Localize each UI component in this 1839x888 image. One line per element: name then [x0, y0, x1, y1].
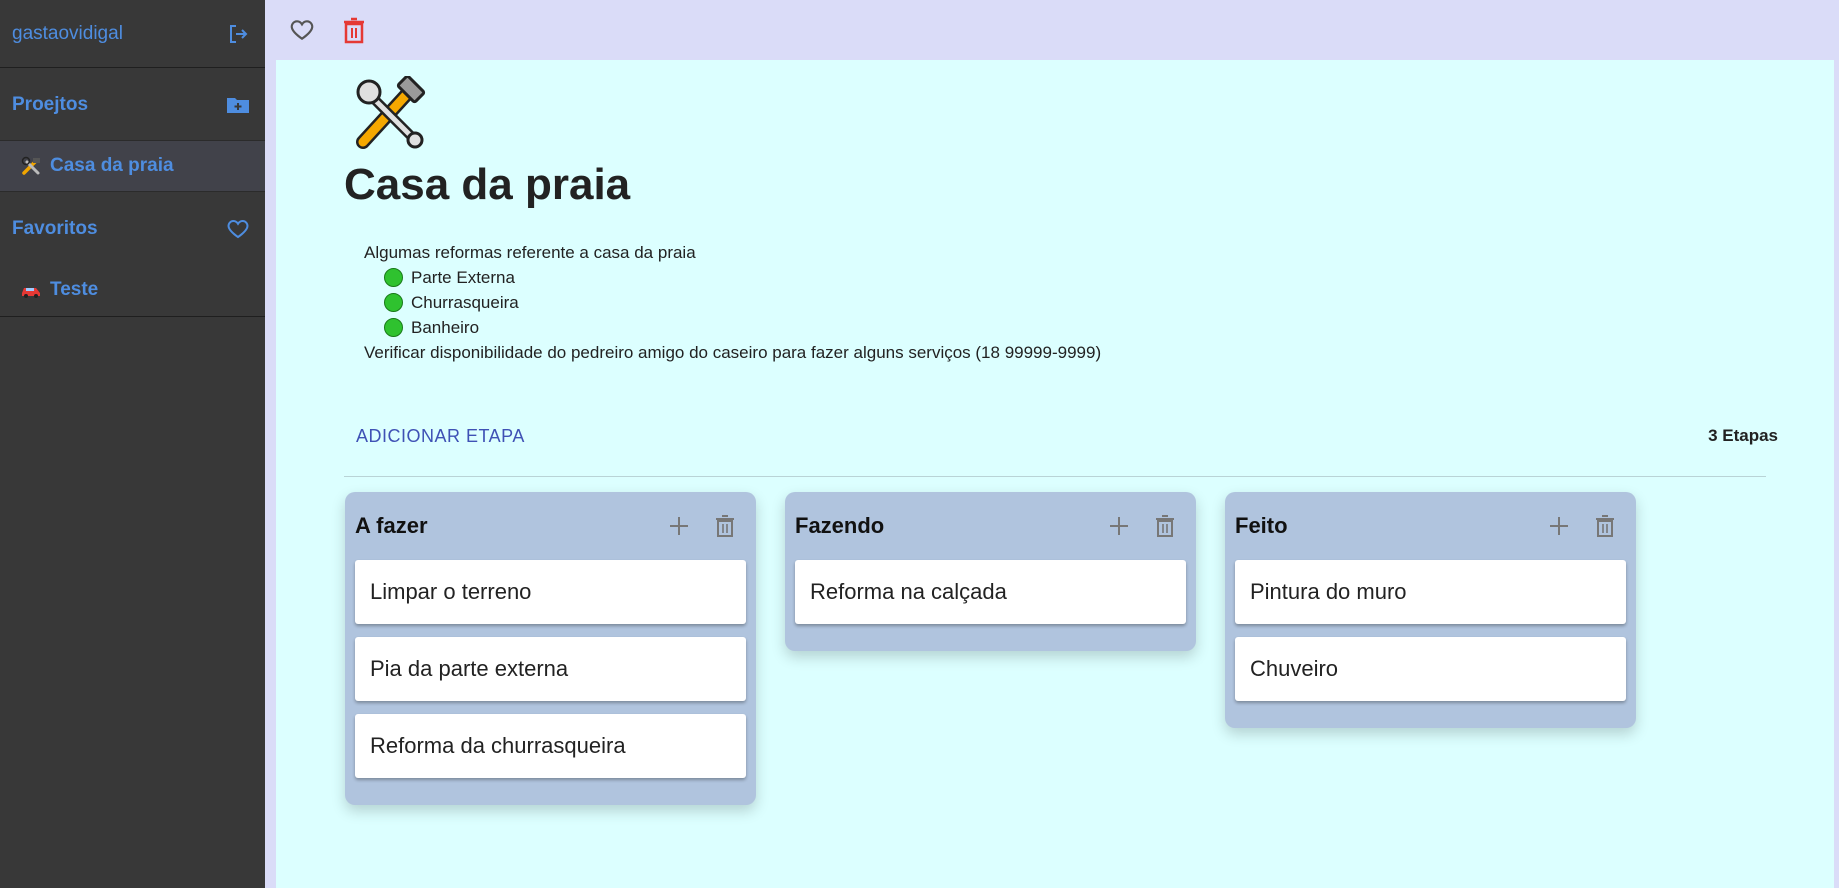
list-item: Parte Externa — [384, 265, 1101, 290]
description-note: Verificar disponibilidade do pedreiro am… — [364, 343, 1102, 362]
sidebar-item-label: Teste — [50, 279, 99, 300]
stage-count: 3 Etapas — [1708, 426, 1778, 445]
top-toolbar — [265, 0, 1839, 60]
list-item-text: Banheiro — [411, 318, 480, 337]
green-circle-icon — [384, 268, 403, 287]
project-description[interactable]: Algumas reformas referente a casa da pra… — [364, 240, 1101, 365]
add-stage-button[interactable]: ADICIONAR ETAPA — [356, 426, 525, 447]
description-list: Parte Externa Churrasqueira Banheiro — [364, 265, 1101, 340]
add-card-icon[interactable] — [1546, 513, 1572, 539]
sidebar: gastaovidigal Proejtos Casa da praia Fav… — [0, 0, 265, 888]
list-item: Banheiro — [384, 315, 1101, 340]
trash-icon[interactable] — [1592, 513, 1618, 539]
list-item: Churrasqueira — [384, 290, 1101, 315]
projects-label: Proejtos — [12, 94, 89, 115]
task-card[interactable]: Chuveiro — [1235, 637, 1626, 701]
trash-icon[interactable] — [712, 513, 738, 539]
green-circle-icon — [384, 293, 403, 312]
divider — [0, 316, 265, 317]
add-card-icon[interactable] — [1106, 513, 1132, 539]
hammer-and-wrench-icon — [351, 74, 431, 152]
task-card[interactable]: Reforma da churrasqueira — [355, 714, 746, 778]
column-actions — [666, 513, 746, 539]
projects-header: Proejtos — [0, 74, 265, 136]
column-header: A fazer — [355, 492, 746, 560]
project-page: Casa da praia Algumas reformas referente… — [276, 60, 1834, 888]
delete-project-icon[interactable] — [339, 15, 369, 45]
hammer-and-wrench-icon — [20, 155, 42, 177]
task-card[interactable]: Pia da parte externa — [355, 637, 746, 701]
folder-plus-icon[interactable] — [223, 90, 253, 120]
favorite-toggle-icon[interactable] — [287, 15, 317, 45]
stage-column: Feito Pintura do muro Chuveiro — [1225, 492, 1636, 728]
add-card-icon[interactable] — [666, 513, 692, 539]
list-item-text: Parte Externa — [411, 268, 515, 287]
trash-icon[interactable] — [1152, 513, 1178, 539]
user-row: gastaovidigal — [0, 0, 265, 68]
logout-icon[interactable] — [223, 19, 253, 49]
task-card[interactable]: Reforma na calçada — [795, 560, 1186, 624]
stage-column: A fazer Limpar o terreno Pia da parte ex… — [345, 492, 756, 805]
column-actions — [1546, 513, 1626, 539]
column-title: Feito — [1235, 513, 1288, 538]
username: gastaovidigal — [12, 22, 123, 44]
favorites-header: Favoritos — [0, 198, 265, 260]
car-icon — [20, 279, 42, 301]
scrollbar[interactable] — [1834, 60, 1839, 888]
column-header: Feito — [1235, 492, 1626, 560]
page-title: Casa da praia — [344, 160, 631, 209]
column-actions — [1106, 513, 1186, 539]
green-circle-icon — [384, 318, 403, 337]
sidebar-item-casa-da-praia[interactable]: Casa da praia — [0, 140, 265, 192]
task-card[interactable]: Pintura do muro — [1235, 560, 1626, 624]
stage-column: Fazendo Reforma na calçada — [785, 492, 1196, 651]
favorites-label: Favoritos — [12, 218, 98, 239]
description-intro: Algumas reformas referente a casa da pra… — [364, 243, 696, 262]
column-title: Fazendo — [795, 513, 885, 538]
list-item-text: Churrasqueira — [411, 293, 519, 312]
divider — [344, 476, 1766, 477]
sidebar-item-teste[interactable]: Teste — [0, 264, 265, 316]
column-header: Fazendo — [795, 492, 1186, 560]
column-title: A fazer — [355, 513, 428, 538]
heart-outline-icon — [223, 214, 253, 244]
sidebar-item-label: Casa da praia — [50, 155, 174, 176]
task-card[interactable]: Limpar o terreno — [355, 560, 746, 624]
